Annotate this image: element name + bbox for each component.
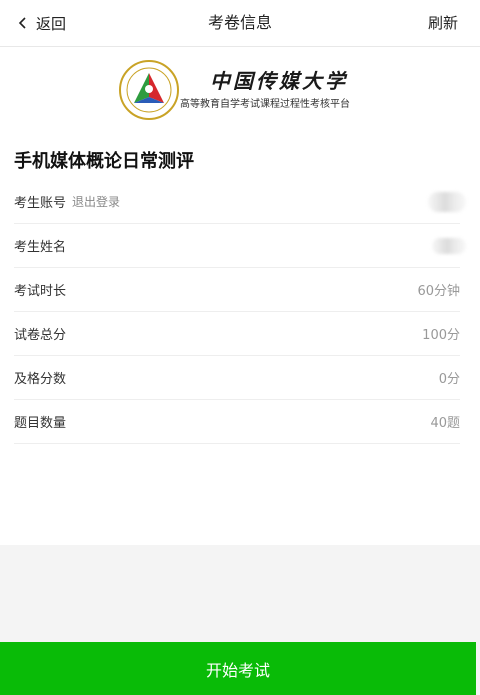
redacted-name-value bbox=[432, 237, 466, 254]
university-logo: 中国传媒大学 高等教育自学考试课程过程性考核平台 bbox=[118, 59, 362, 123]
exam-info-card: 中国传媒大学 高等教育自学考试课程过程性考核平台 手机媒体概论日常测评 考生账号… bbox=[0, 47, 480, 545]
exam-title: 手机媒体概论日常测评 bbox=[14, 151, 194, 172]
row-value: 60分钟 bbox=[417, 284, 460, 299]
top-nav-bar: 返回 考卷信息 刷新 bbox=[0, 0, 480, 47]
row-value: 40题 bbox=[430, 416, 460, 431]
exam-info-list: 考生账号 退出登录 考生姓名 考试时长 60分钟 试卷总分 100分 及格分数 … bbox=[14, 180, 466, 444]
platform-subtitle: 高等教育自学考试课程过程性考核平台 bbox=[180, 99, 350, 110]
row-label: 题目数量 bbox=[14, 416, 67, 431]
row-passing-score: 及格分数 0分 bbox=[14, 356, 460, 400]
university-name: 中国传媒大学 bbox=[210, 69, 348, 93]
row-label: 试卷总分 bbox=[14, 328, 67, 343]
row-label: 考生账号 bbox=[14, 196, 67, 211]
row-duration: 考试时长 60分钟 bbox=[14, 268, 460, 312]
refresh-button[interactable]: 刷新 bbox=[428, 0, 458, 46]
logout-link[interactable]: 退出登录 bbox=[72, 193, 120, 210]
row-question-count: 题目数量 40题 bbox=[14, 400, 460, 444]
row-value: 0分 bbox=[438, 372, 460, 387]
row-account: 考生账号 退出登录 bbox=[14, 180, 466, 224]
row-label: 考试时长 bbox=[14, 284, 67, 299]
row-label: 考生姓名 bbox=[14, 240, 67, 255]
row-total-score: 试卷总分 100分 bbox=[14, 312, 460, 356]
row-label: 及格分数 bbox=[14, 372, 67, 387]
row-name: 考生姓名 bbox=[14, 224, 466, 268]
redacted-account-value bbox=[428, 191, 466, 212]
row-value: 100分 bbox=[422, 328, 460, 343]
university-seal-icon bbox=[119, 60, 179, 120]
page-title: 考卷信息 bbox=[207, 13, 272, 32]
start-exam-button[interactable]: 开始考试 bbox=[0, 642, 476, 695]
